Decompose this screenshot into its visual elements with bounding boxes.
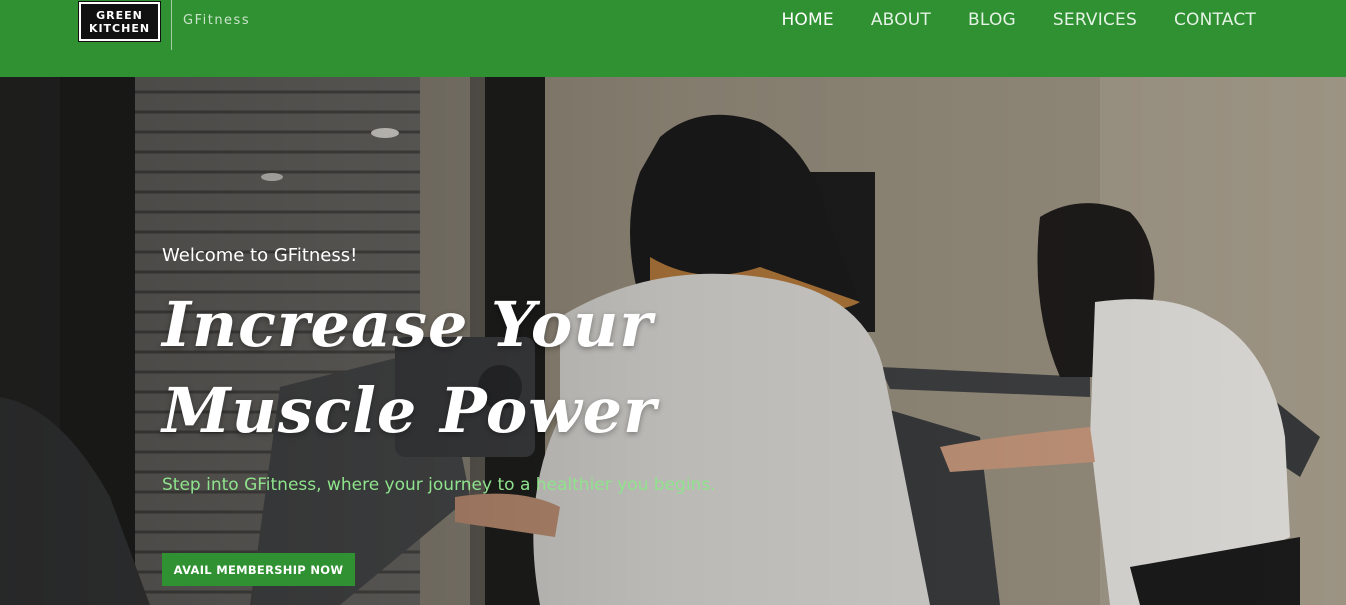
headline-line2: Muscle Power <box>162 374 657 447</box>
headline-line1: Increase Your <box>162 288 654 361</box>
logo-text-line1: GREEN <box>96 8 143 22</box>
hero-section: Welcome to GFitness! Increase Your Muscl… <box>0 77 1346 605</box>
nav-services[interactable]: SERVICES <box>1053 10 1137 30</box>
green-kitchen-logo[interactable]: GREEN KITCHEN <box>78 1 161 42</box>
nav-about[interactable]: ABOUT <box>871 10 931 30</box>
hero-headline: Increase Your Muscle Power <box>162 282 682 454</box>
main-nav: HOME ABOUT BLOG SERVICES CONTACT <box>781 10 1256 30</box>
logo-divider <box>171 0 172 50</box>
avail-membership-button[interactable]: AVAIL MEMBERSHIP NOW <box>162 553 355 586</box>
hero-eyebrow: Welcome to GFitness! <box>162 245 358 266</box>
nav-home[interactable]: HOME <box>781 10 833 30</box>
nav-blog[interactable]: BLOG <box>968 10 1016 30</box>
nav-contact[interactable]: CONTACT <box>1174 10 1256 30</box>
site-header: GREEN KITCHEN GFitness HOME ABOUT BLOG S… <box>0 0 1346 77</box>
logo-text-line2: KITCHEN <box>88 21 151 35</box>
brand-name[interactable]: GFitness <box>183 13 250 28</box>
hero-subtitle: Step into GFitness, where your journey t… <box>162 475 716 495</box>
